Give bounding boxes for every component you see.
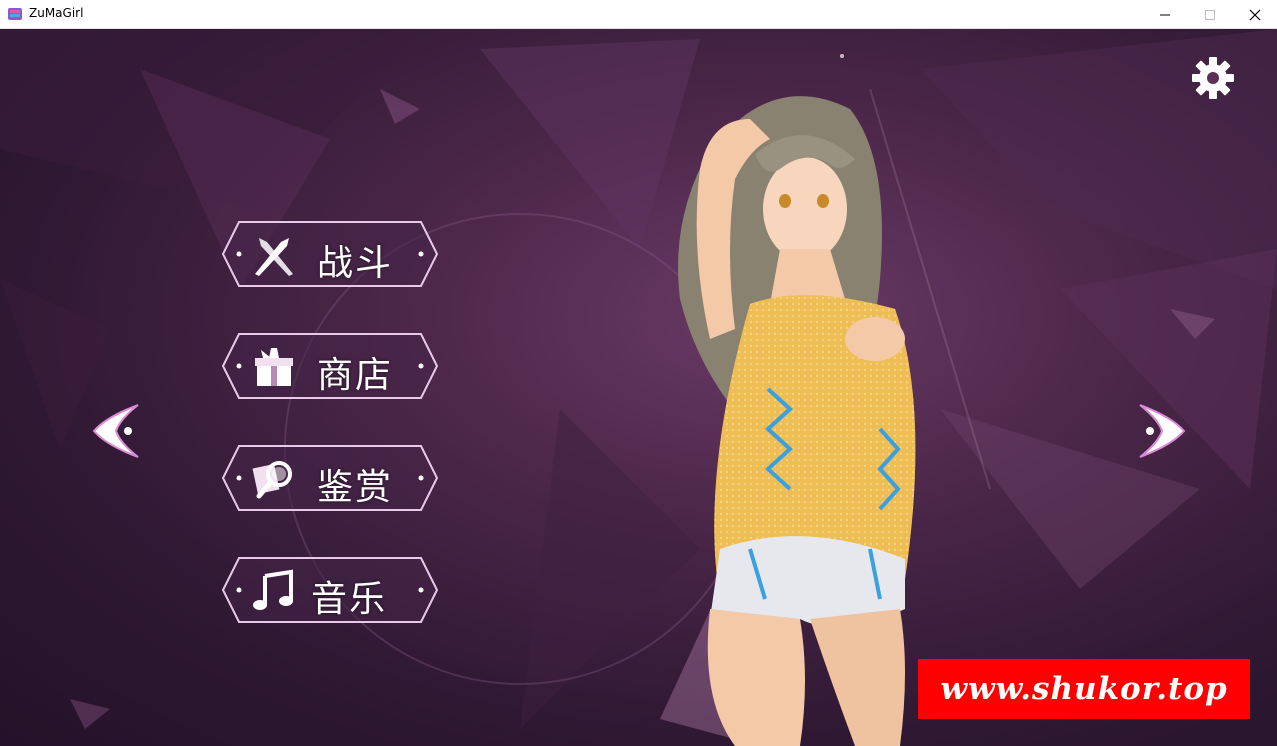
background-shards (0, 29, 1277, 746)
minimize-button[interactable] (1142, 0, 1188, 29)
menu-button-battle[interactable]: 战斗 (221, 220, 439, 288)
crossed-swords-icon (255, 238, 293, 276)
close-button[interactable] (1232, 0, 1277, 29)
menu-label-music: 音乐 (311, 579, 388, 620)
watermark-text: www.shukor.top (940, 671, 1228, 707)
next-button[interactable] (1134, 399, 1190, 463)
gift-box-icon (255, 348, 293, 386)
maximize-icon (1205, 9, 1215, 20)
app-logo-icon (8, 8, 22, 20)
close-icon (1249, 9, 1261, 20)
menu-label-gallery: 鉴赏 (317, 467, 394, 508)
prev-button[interactable] (88, 399, 144, 463)
menu-label-shop: 商店 (317, 355, 394, 396)
minimize-icon (1160, 14, 1170, 15)
character-illustration (678, 96, 916, 746)
chevron-right-icon (1139, 404, 1186, 458)
window-titlebar: ZuMaGirl (0, 0, 1277, 29)
game-main-menu: 战斗 商店 鉴赏 音乐 www.shukor.top (0, 29, 1277, 746)
menu-button-music[interactable]: 音乐 (221, 556, 439, 624)
music-note-icon (253, 569, 293, 610)
window-title: ZuMaGirl (29, 6, 84, 20)
chevron-left-icon (92, 404, 139, 458)
menu-button-shop[interactable]: 商店 (221, 332, 439, 400)
maximize-button[interactable] (1187, 0, 1233, 29)
settings-button[interactable] (1190, 55, 1236, 101)
gear-icon (1192, 57, 1234, 99)
watermark-banner: www.shukor.top (918, 659, 1250, 719)
magnifier-gallery-icon (252, 461, 292, 499)
menu-label-battle: 战斗 (317, 243, 394, 284)
menu-button-gallery[interactable]: 鉴赏 (221, 444, 439, 512)
